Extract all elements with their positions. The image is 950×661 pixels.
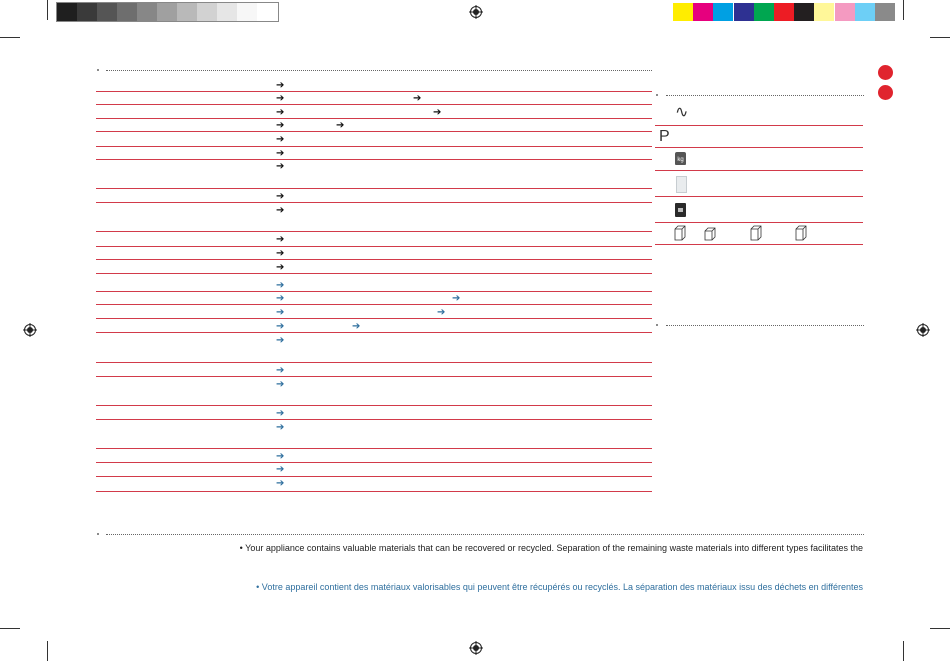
dimension-box-icon <box>704 227 716 241</box>
arrow-icon: ➔ <box>276 134 285 145</box>
power-p-icon: P <box>659 128 670 145</box>
table-row-rule <box>96 448 652 449</box>
registration-mark-icon <box>23 323 37 337</box>
color-swatch <box>673 3 693 21</box>
recycling-note-en: • Your appliance contains valuable mater… <box>239 543 863 553</box>
arrow-icon: ➔ <box>413 93 422 104</box>
crop-mark <box>903 641 904 661</box>
table-row-rule <box>96 332 652 333</box>
table-row-rule <box>96 104 652 105</box>
arrow-icon: ➔ <box>452 293 461 304</box>
table-row-rule <box>96 419 652 420</box>
arrow-icon: ➔ <box>276 205 285 216</box>
crop-mark <box>0 37 20 38</box>
arrow-icon: ➔ <box>276 107 285 118</box>
table-row-rule <box>96 462 652 463</box>
table-row-rule <box>96 188 652 189</box>
color-swatch <box>753 3 774 21</box>
crop-mark <box>0 628 20 629</box>
table-row-rule <box>96 304 652 305</box>
table-row-rule <box>96 318 652 319</box>
arrow-icon: ➔ <box>276 379 285 390</box>
color-swatch <box>834 3 855 21</box>
arrow-icon: ➔ <box>276 451 285 462</box>
registration-mark-icon <box>916 323 930 337</box>
dimension-box-icon <box>750 225 762 241</box>
red-marker <box>878 65 893 80</box>
color-swatch <box>733 3 754 21</box>
crop-mark <box>930 628 950 629</box>
dimension-box-icon <box>674 225 686 241</box>
appliance-black-icon <box>675 203 686 217</box>
registration-mark-icon <box>469 641 483 655</box>
color-swatch <box>794 3 815 21</box>
crop-mark <box>47 0 48 20</box>
arrow-icon: ➔ <box>276 408 285 419</box>
table-row-rule <box>96 273 652 274</box>
arrow-icon: ➔ <box>276 293 285 304</box>
arrow-icon: ➔ <box>276 120 285 131</box>
table-row-rule <box>96 131 652 132</box>
sine-wave-icon: ∿ <box>675 102 689 121</box>
arrow-icon: ➔ <box>276 335 285 346</box>
appliance-white-icon <box>676 176 687 193</box>
table-row-rule <box>96 231 652 232</box>
color-swatch <box>713 3 734 21</box>
table-row-rule <box>96 405 652 406</box>
table-row-rule <box>96 246 652 247</box>
crop-mark <box>930 37 950 38</box>
color-swatch <box>854 3 875 21</box>
table-row-rule <box>96 362 652 363</box>
arrow-icon: ➔ <box>276 280 285 291</box>
arrow-icon: ➔ <box>276 464 285 475</box>
arrow-icon: ➔ <box>276 478 285 489</box>
table-row-rule <box>96 491 652 492</box>
arrow-icon: ➔ <box>276 365 285 376</box>
table-row-rule <box>96 91 652 92</box>
table-row-rule <box>96 202 652 203</box>
arrow-icon: ➔ <box>276 191 285 202</box>
table-row-rule <box>96 159 652 160</box>
arrow-icon: ➔ <box>336 120 345 131</box>
red-marker <box>878 85 893 100</box>
registration-mark-icon <box>469 5 483 19</box>
color-swatch <box>774 3 794 21</box>
table-row-rule <box>96 146 652 147</box>
arrow-icon: ➔ <box>437 307 446 318</box>
color-swatch <box>875 3 895 21</box>
color-swatch <box>693 3 714 21</box>
arrow-icon: ➔ <box>276 422 285 433</box>
table-row-rule <box>96 476 652 477</box>
table-row-rule <box>96 291 652 292</box>
arrow-icon: ➔ <box>276 248 285 259</box>
table-row-rule <box>96 259 652 260</box>
arrow-icon: ➔ <box>433 107 442 118</box>
recycling-note-fr: • Votre appareil contient des matériaux … <box>256 582 863 592</box>
color-swatch <box>814 3 835 21</box>
color-bar-frame <box>56 2 279 22</box>
arrow-icon: ➔ <box>352 321 361 332</box>
dimension-box-icon <box>795 225 807 241</box>
arrow-icon: ➔ <box>276 161 285 172</box>
arrow-icon: ➔ <box>276 262 285 273</box>
arrow-icon: ➔ <box>276 321 285 332</box>
arrow-icon: ➔ <box>276 80 285 91</box>
crop-mark <box>47 641 48 661</box>
arrow-icon: ➔ <box>276 307 285 318</box>
arrow-icon: ➔ <box>276 234 285 245</box>
table-row-rule <box>96 118 652 119</box>
crop-mark <box>903 0 904 20</box>
kg-label: kg <box>677 157 684 163</box>
table-row-rule <box>96 376 652 377</box>
arrow-icon: ➔ <box>276 93 285 104</box>
weight-kg-icon: kg <box>675 152 686 165</box>
arrow-icon: ➔ <box>276 148 285 159</box>
